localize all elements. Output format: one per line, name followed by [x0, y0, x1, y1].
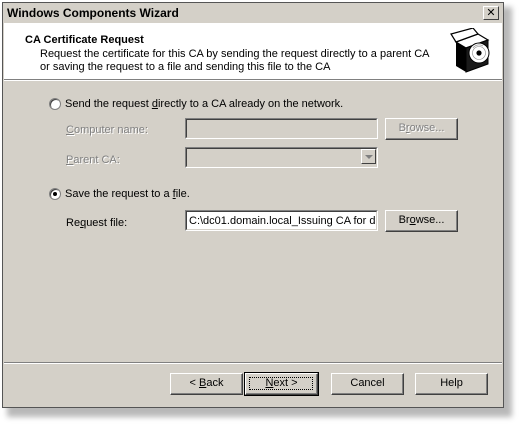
page-title: CA Certificate Request	[25, 34, 144, 46]
request-file-label: Request file:	[66, 217, 128, 229]
close-icon: ✕	[486, 6, 496, 19]
computer-name-field[interactable]	[185, 118, 378, 139]
request-file-field[interactable]: C:\dc01.domain.local_Issuing CA for doma…	[185, 210, 378, 231]
request-file-browse-button[interactable]: Browse...	[385, 210, 458, 232]
computer-name-label: Computer name:	[66, 124, 148, 136]
save-file-radio[interactable]	[49, 188, 61, 200]
send-direct-radio[interactable]	[49, 98, 61, 110]
window-title: Windows Components Wizard	[7, 6, 179, 20]
focus-rect	[249, 377, 313, 390]
title-bar[interactable]: Windows Components Wizard ✕	[4, 4, 502, 22]
footer-separator	[4, 362, 502, 364]
header-separator	[4, 79, 502, 81]
cancel-button[interactable]: Cancel	[331, 373, 404, 395]
chevron-down-icon[interactable]	[361, 149, 376, 164]
save-file-label[interactable]: Save the request to a file.	[65, 188, 190, 200]
page-description: Request the certificate for this CA by s…	[40, 48, 429, 73]
send-direct-label[interactable]: Send the request directly to a CA alread…	[65, 98, 343, 110]
close-button[interactable]: ✕	[483, 6, 499, 20]
wizard-window: Windows Components Wizard ✕ CA Certifica…	[2, 2, 504, 408]
next-button[interactable]: Next >	[244, 372, 319, 396]
back-button[interactable]: < Back	[170, 373, 243, 395]
radio-selected-dot	[53, 192, 57, 196]
wizard-header: CA Certificate Request Request the certi…	[4, 23, 502, 79]
help-button[interactable]: Help	[415, 373, 488, 395]
computer-browse-button[interactable]: Browse...	[385, 118, 458, 140]
parent-ca-dropdown[interactable]	[185, 147, 378, 168]
parent-ca-label: Parent CA:	[66, 154, 120, 166]
wizard-box-cd-icon	[450, 28, 490, 73]
